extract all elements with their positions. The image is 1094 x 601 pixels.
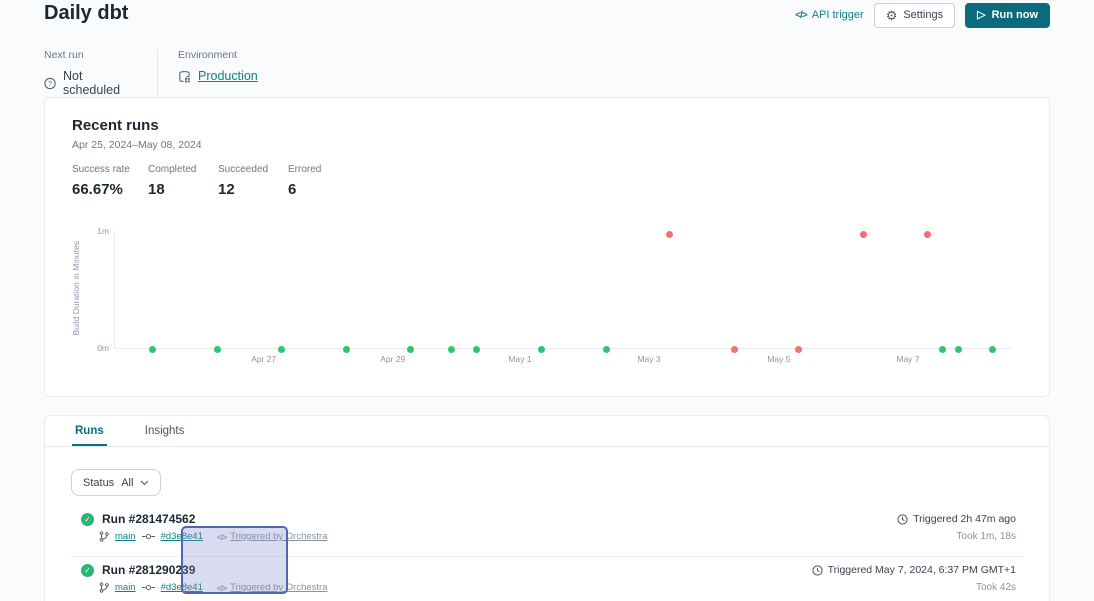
recent-runs-stats: Success rate 66.67% Completed 18 Succeed… bbox=[72, 164, 321, 198]
svg-text:?: ? bbox=[48, 81, 52, 88]
x-tick-label: May 5 bbox=[767, 354, 790, 364]
status-filter-label: Status bbox=[83, 477, 114, 489]
api-trigger-label: API trigger bbox=[812, 9, 864, 21]
status-filter-value: All bbox=[121, 477, 133, 489]
run-data-point-errored[interactable] bbox=[860, 231, 867, 238]
run-id: Run #281474562 bbox=[102, 512, 195, 526]
tab-runs[interactable]: Runs bbox=[72, 416, 107, 446]
run-data-point-succeeded[interactable] bbox=[989, 346, 996, 353]
run-duration: Took 42s bbox=[812, 582, 1016, 593]
job-meta: Next run ? Not scheduled Environment bbox=[44, 49, 258, 97]
recent-runs-title: Recent runs bbox=[72, 117, 159, 134]
gear-icon: ⚙ bbox=[886, 9, 898, 22]
recent-runs-card: Recent runs Apr 25, 2024–May 08, 2024 Su… bbox=[44, 97, 1050, 397]
run-data-point-succeeded[interactable] bbox=[473, 346, 480, 353]
stat-completed: Completed 18 bbox=[148, 164, 218, 198]
run-success-icon: ✓ bbox=[81, 513, 94, 526]
recent-runs-date-range: Apr 25, 2024–May 08, 2024 bbox=[72, 139, 202, 151]
stat-succeeded: Succeeded 12 bbox=[218, 164, 288, 198]
tab-insights[interactable]: Insights bbox=[142, 416, 188, 446]
run-data-point-succeeded[interactable] bbox=[278, 346, 285, 353]
build-duration-chart[interactable]: Apr 27Apr 29May 1May 3May 5May 7 bbox=[114, 231, 1011, 349]
chart-y-axis-label: Build Duration in Minutes bbox=[69, 218, 83, 358]
chevron-down-icon bbox=[140, 480, 149, 486]
run-data-point-succeeded[interactable] bbox=[955, 346, 962, 353]
run-data-point-succeeded[interactable] bbox=[603, 346, 610, 353]
run-data-point-errored[interactable] bbox=[924, 231, 931, 238]
x-tick-label: May 1 bbox=[508, 354, 531, 364]
branch-link[interactable]: main bbox=[115, 531, 136, 542]
run-data-point-errored[interactable] bbox=[795, 346, 802, 353]
stat-success-rate: Success rate 66.67% bbox=[72, 164, 148, 198]
run-data-point-succeeded[interactable] bbox=[149, 346, 156, 353]
run-triggered-time: Triggered May 7, 2024, 6:37 PM GMT+1 bbox=[828, 564, 1016, 576]
commit-icon bbox=[142, 583, 155, 592]
next-run-label: Next run bbox=[44, 49, 137, 61]
run-data-point-errored[interactable] bbox=[731, 346, 738, 353]
x-tick-label: May 3 bbox=[637, 354, 660, 364]
x-tick-label: Apr 27 bbox=[251, 354, 276, 364]
stat-errored: Errored 6 bbox=[288, 164, 321, 198]
header-actions: </> API trigger ⚙ Settings ▷ Run now bbox=[795, 2, 1050, 28]
run-data-point-succeeded[interactable] bbox=[448, 346, 455, 353]
settings-button[interactable]: ⚙ Settings bbox=[874, 3, 955, 28]
run-data-point-succeeded[interactable] bbox=[939, 346, 946, 353]
play-icon: ▷ bbox=[977, 10, 985, 21]
run-duration: Took 1m, 18s bbox=[897, 531, 1016, 542]
git-branch-icon bbox=[99, 531, 109, 542]
x-tick-label: Apr 29 bbox=[380, 354, 405, 364]
environment-block: Environment Production bbox=[178, 49, 258, 97]
settings-label: Settings bbox=[903, 9, 943, 21]
next-run-value: Not scheduled bbox=[63, 69, 137, 97]
run-now-button[interactable]: ▷ Run now bbox=[965, 3, 1050, 28]
meta-divider bbox=[157, 49, 158, 97]
environment-icon bbox=[178, 70, 191, 83]
environment-link[interactable]: Production bbox=[198, 69, 258, 83]
y-tick-1m: 1m bbox=[85, 226, 109, 236]
run-data-point-succeeded[interactable] bbox=[538, 346, 545, 353]
run-data-point-succeeded[interactable] bbox=[407, 346, 414, 353]
branch-link[interactable]: main bbox=[115, 582, 136, 593]
y-tick-0m: 0m bbox=[85, 343, 109, 353]
run-data-point-errored[interactable] bbox=[666, 231, 673, 238]
page-title: Daily dbt bbox=[44, 2, 128, 25]
tab-bar: Runs Insights bbox=[45, 416, 1049, 447]
run-triggered-time: Triggered 2h 47m ago bbox=[913, 513, 1016, 525]
git-branch-icon bbox=[99, 582, 109, 593]
code-icon: </> bbox=[795, 10, 806, 21]
x-tick-label: May 7 bbox=[896, 354, 919, 364]
run-data-point-succeeded[interactable] bbox=[214, 346, 221, 353]
run-now-label: Run now bbox=[992, 9, 1038, 21]
clock-icon bbox=[812, 565, 823, 576]
environment-label: Environment bbox=[178, 49, 258, 61]
clock-icon bbox=[897, 514, 908, 525]
run-success-icon: ✓ bbox=[81, 564, 94, 577]
run-data-point-succeeded[interactable] bbox=[343, 346, 350, 353]
job-page: Daily dbt </> API trigger ⚙ Settings ▷ R… bbox=[0, 0, 1094, 601]
api-trigger-link[interactable]: </> API trigger bbox=[795, 9, 863, 21]
selection-overlay bbox=[181, 526, 288, 594]
commit-icon bbox=[142, 532, 155, 541]
question-circle-icon: ? bbox=[44, 77, 56, 90]
next-run-block: Next run ? Not scheduled bbox=[44, 49, 137, 97]
status-filter-dropdown[interactable]: Status All bbox=[71, 469, 161, 496]
